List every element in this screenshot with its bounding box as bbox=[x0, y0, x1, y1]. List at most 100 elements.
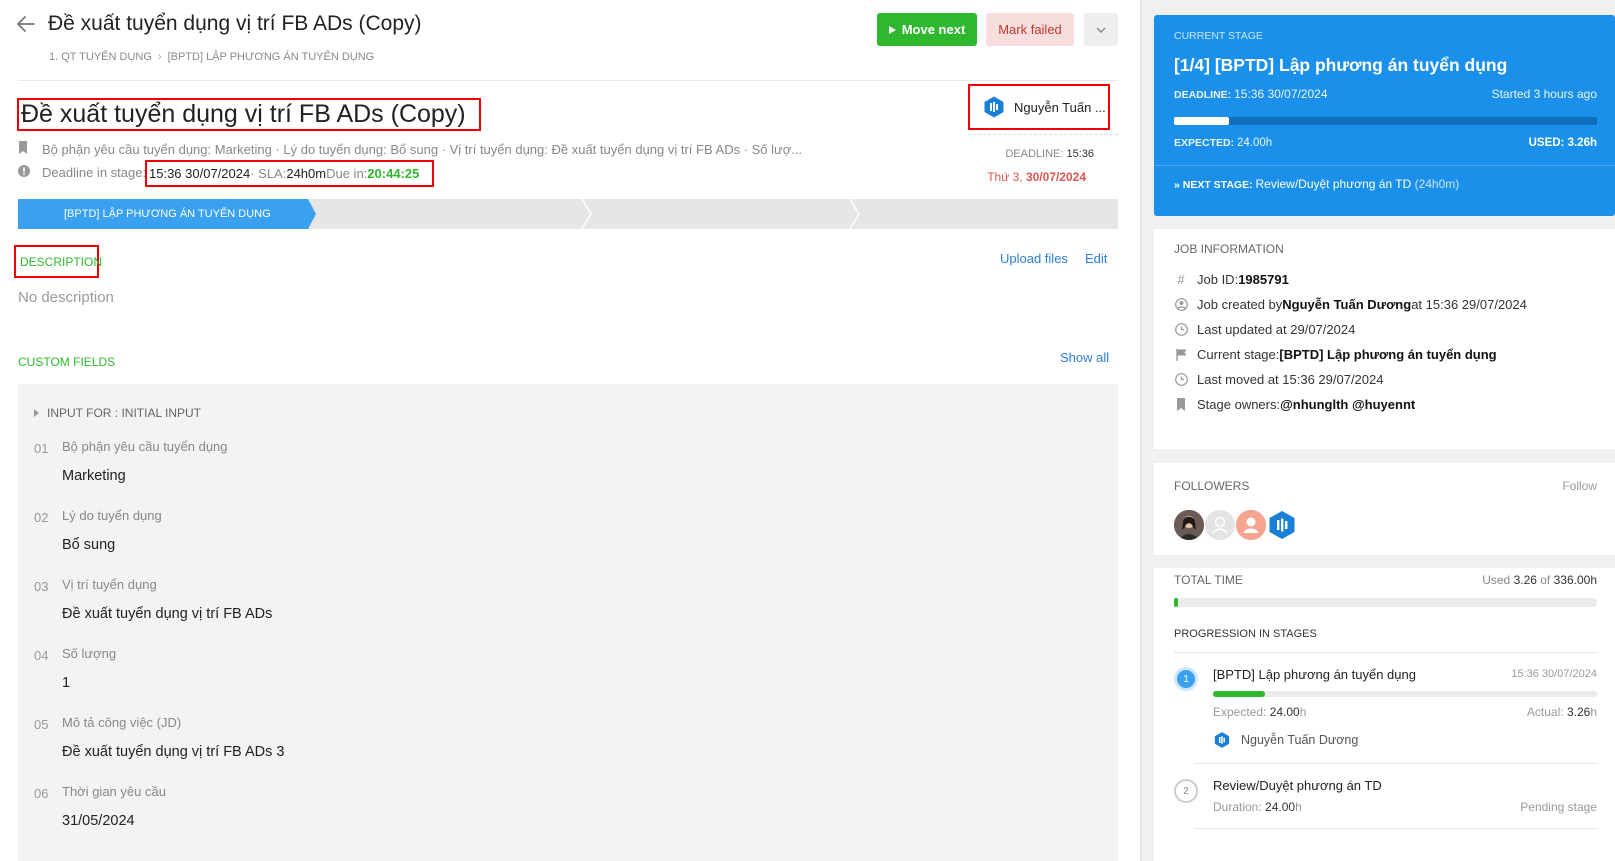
deadline-time-label: DEADLINE: bbox=[1005, 148, 1067, 160]
more-options-button[interactable] bbox=[1084, 13, 1118, 46]
used-value: 3.26 bbox=[1513, 573, 1537, 587]
field-value: Marketing bbox=[62, 468, 126, 484]
of-label: of bbox=[1536, 573, 1554, 587]
breadcrumb: 1. QT TUYỂN DỤNG › [BPTD] LẬP PHƯƠNG ÁN … bbox=[49, 51, 374, 63]
stage-step-active[interactable]: [BPTD] LẬP PHƯƠNG ÁN TUYỂN DỤNG bbox=[18, 199, 316, 229]
assignee-avatar-icon bbox=[984, 96, 1004, 118]
created-at: at 15:36 29/07/2024 bbox=[1411, 297, 1527, 312]
follower-avatar[interactable] bbox=[1174, 510, 1204, 540]
move-next-button[interactable]: Move next bbox=[877, 13, 977, 46]
field-value: Đề xuất tuyển dụng vị trí FB ADs bbox=[62, 606, 273, 622]
upload-files-link[interactable]: Upload files bbox=[1000, 251, 1068, 266]
created-by[interactable]: Nguyễn Tuấn Dương bbox=[1282, 297, 1411, 312]
current-stage-label: CURRENT STAGE bbox=[1174, 30, 1263, 42]
progression-divider bbox=[1174, 652, 1597, 653]
stage-owners-value[interactable]: @nhunglth @huyennt bbox=[1280, 397, 1415, 412]
stage-step-bar bbox=[1213, 691, 1597, 697]
total-time-fill bbox=[1174, 598, 1179, 607]
followers-heading: FOLLOWERS bbox=[1174, 479, 1250, 493]
job-summary-row: Bộ phận yêu cầu tuyển dụng: Marketing · … bbox=[18, 141, 802, 157]
breadcrumb-item-workflow[interactable]: 1. QT TUYỂN DỤNG bbox=[49, 51, 152, 63]
field-value: Đề xuất tuyển dụng vị trí FB ADs 3 bbox=[62, 744, 285, 760]
last-moved-row: Last moved at 15:36 29/07/2024 bbox=[1174, 372, 1383, 387]
deadline-date: Thứ 3, 30/07/2024 bbox=[987, 170, 1086, 184]
assignee-selector[interactable]: Nguyễn Tuấn ... bbox=[968, 84, 1110, 130]
deadline-time-value: 15:36 bbox=[1066, 148, 1094, 160]
progression-heading: PROGRESSION IN STAGES bbox=[1174, 628, 1317, 640]
next-stage[interactable]: » NEXT STAGE: Review/Duyệt phương án TD … bbox=[1174, 177, 1459, 191]
expected-label: Expected: bbox=[1213, 705, 1270, 719]
deadline-label: Deadline in stage: bbox=[42, 165, 147, 180]
stage-owners-row: Stage owners: @nhunglth @huyennt bbox=[1174, 397, 1415, 412]
used-label: Used bbox=[1482, 573, 1514, 587]
stage-step-expected: Expected: 24.00h bbox=[1213, 705, 1307, 719]
bookmark-icon bbox=[18, 141, 32, 157]
stage-step-duration: Duration: 24.00h bbox=[1213, 800, 1302, 814]
stage-time-fill bbox=[1174, 117, 1229, 125]
stage-separator bbox=[581, 199, 592, 229]
follower-avatar[interactable] bbox=[1267, 510, 1297, 540]
back-arrow-icon[interactable] bbox=[14, 12, 38, 36]
show-all-link[interactable]: Show all bbox=[1060, 350, 1109, 365]
header-divider bbox=[18, 80, 1118, 81]
stage-expected: EXPECTED: 24.00h bbox=[1174, 137, 1272, 149]
total-time-bar bbox=[1174, 598, 1597, 607]
next-stage-duration: (24h0m) bbox=[1411, 177, 1460, 191]
sidebar: CURRENT STAGE [1/4] [BPTD] Lập phương án… bbox=[1141, 0, 1615, 861]
edit-description-link[interactable]: Edit bbox=[1085, 251, 1107, 266]
custom-field-group-toggle[interactable]: INPUT FOR : INITIAL INPUT bbox=[34, 406, 201, 420]
stage-progress-bar: [BPTD] LẬP PHƯƠNG ÁN TUYỂN DỤNG bbox=[18, 199, 1118, 229]
follower-avatar[interactable] bbox=[1236, 510, 1266, 540]
custom-fields-panel: INPUT FOR : INITIAL INPUT 01 Bộ phận yêu… bbox=[18, 384, 1118, 861]
deadline-key: DEADLINE: bbox=[1174, 89, 1235, 101]
stage-started: Started 3 hours ago bbox=[1491, 87, 1597, 101]
sla-label: · SLA: bbox=[250, 166, 287, 181]
job-id-label: Job ID: bbox=[1197, 272, 1239, 287]
caret-right-icon bbox=[34, 409, 39, 417]
deadline-date-value: 30/07/2024 bbox=[1025, 170, 1086, 184]
breadcrumb-item-stage[interactable]: [BPTD] LẬP PHƯƠNG ÁN TUYỂN DỤNG bbox=[168, 51, 375, 63]
stage-owners-label: Stage owners: bbox=[1197, 397, 1281, 412]
stage-step-name[interactable]: [BPTD] Lập phương án tuyển dụng bbox=[1213, 667, 1416, 682]
mark-failed-button[interactable]: Mark failed bbox=[986, 13, 1074, 46]
next-stage-key: » NEXT STAGE: bbox=[1174, 179, 1256, 191]
deadline-value: 15:36 30/07/2024 bbox=[149, 166, 251, 181]
job-title[interactable]: Đề xuất tuyển dụng vị trí FB ADs (Copy) bbox=[17, 98, 481, 131]
current-stage-value: [BPTD] Lập phương án tuyển dụng bbox=[1279, 347, 1497, 362]
last-updated: Last updated at 29/07/2024 bbox=[1197, 322, 1356, 337]
clock-icon bbox=[1174, 373, 1188, 386]
stage-step-number: 2 bbox=[1174, 779, 1198, 803]
stage-step-label: [BPTD] LẬP PHƯƠNG ÁN TUYỂN DỤNG bbox=[64, 208, 271, 220]
deadline-row: Deadline in stage: bbox=[18, 165, 146, 180]
stage-separator bbox=[849, 199, 860, 229]
current-stage-card: CURRENT STAGE [1/4] [BPTD] Lập phương án… bbox=[1154, 15, 1615, 216]
job-id-value: 1985791 bbox=[1238, 272, 1289, 287]
duration-value: 24.00 bbox=[1265, 800, 1296, 814]
last-moved: Last moved at 15:36 29/07/2024 bbox=[1197, 372, 1384, 387]
follower-avatar[interactable] bbox=[1205, 510, 1235, 540]
due-countdown: 20:44:25 bbox=[367, 166, 420, 181]
stage-step-status: Pending stage bbox=[1520, 800, 1597, 814]
due-label: Due in: bbox=[326, 166, 368, 181]
field-label: Mô tả công việc (JD) bbox=[62, 715, 182, 730]
field-label: Bộ phận yêu cầu tuyển dụng bbox=[62, 439, 228, 454]
deadline-value: 15:36 30/07/2024 bbox=[1234, 87, 1328, 101]
progression-divider bbox=[1194, 763, 1597, 764]
field-number: 01 bbox=[34, 441, 49, 456]
field-number: 05 bbox=[34, 717, 49, 732]
stage-step-number: 1 bbox=[1174, 667, 1198, 691]
job-information-heading: JOB INFORMATION bbox=[1174, 242, 1284, 256]
total-value: 336.00h bbox=[1553, 573, 1597, 587]
expected-value: 24.00h bbox=[1237, 137, 1273, 149]
description-heading: DESCRIPTION bbox=[14, 245, 102, 278]
field-number: 02 bbox=[34, 510, 49, 525]
follow-link[interactable]: Follow bbox=[1562, 479, 1597, 493]
field-number: 04 bbox=[34, 648, 49, 663]
move-next-label: Move next bbox=[901, 22, 966, 37]
total-time-card: TOTAL TIME Used 3.26 of 336.00h PROGRESS… bbox=[1154, 568, 1615, 861]
field-number: 03 bbox=[34, 579, 49, 594]
stage-step-user-name: Nguyễn Tuấn Dương bbox=[1241, 733, 1359, 747]
stage-step-name[interactable]: Review/Duyệt phương án TD bbox=[1213, 778, 1382, 793]
used-key: USED: bbox=[1528, 137, 1568, 149]
field-value: 31/05/2024 bbox=[62, 813, 135, 829]
